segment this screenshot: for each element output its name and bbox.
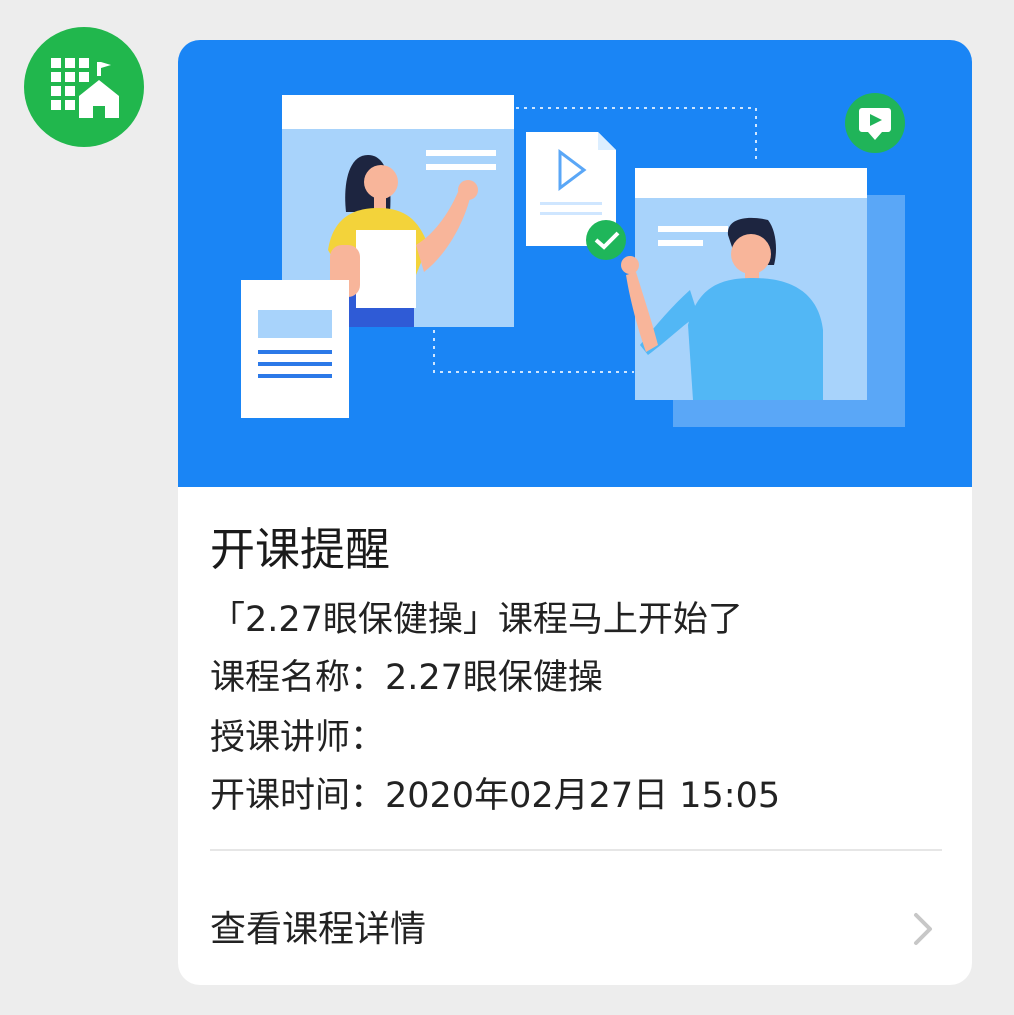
course-name: 课程名称：2.27眼保健操 — [210, 658, 603, 698]
course-reminder-card[interactable]: 开课提醒 「2.27眼保健操」课程马上开始了 课程名称：2.27眼保健操 授课讲… — [178, 40, 972, 985]
card-subtitle: 「2.27眼保健操」课程马上开始了 — [210, 600, 743, 640]
sender-avatar[interactable] — [24, 27, 144, 147]
view-course-details-label: 查看课程详情 — [210, 909, 427, 950]
start-time: 开课时间：2020年02月27日 15:05 — [210, 776, 781, 816]
card-title: 开课提醒 — [210, 523, 391, 576]
building-school-icon — [51, 58, 119, 118]
chevron-right-icon — [914, 913, 932, 945]
online-class-illustration — [241, 93, 905, 427]
instructor: 授课讲师： — [210, 718, 386, 758]
view-course-details-button[interactable]: 查看课程详情 — [178, 851, 972, 985]
banner-illustration — [178, 40, 972, 487]
